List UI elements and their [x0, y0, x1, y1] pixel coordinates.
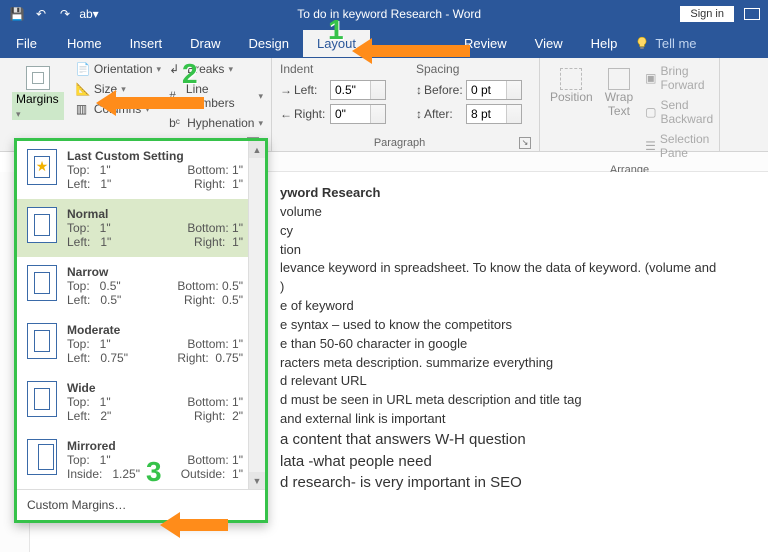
margin-option-moderate[interactable]: ModerateTop: 1"Bottom: 1"Left: 0.75"Righ…: [17, 315, 265, 373]
margin-option-name: Normal: [67, 207, 243, 221]
margin-option-wide[interactable]: WideTop: 1"Bottom: 1"Left: 2"Right: 2": [17, 373, 265, 431]
margin-thumbnail-icon: [27, 265, 57, 301]
save-icon[interactable]: 💾: [8, 5, 26, 23]
doc-line: levance keyword in spreadsheet. To know …: [280, 259, 716, 278]
tell-me-button[interactable]: Tell me: [655, 36, 696, 51]
margins-icon: [26, 66, 50, 90]
redo-icon[interactable]: ↷: [56, 5, 74, 23]
doc-line: and external link is important: [280, 410, 716, 429]
tab-review[interactable]: Review: [450, 30, 521, 57]
margin-option-last-custom-setting[interactable]: Last Custom SettingTop: 1"Bottom: 1"Left…: [17, 141, 265, 199]
spacing-before-label: ↕Before:: [416, 83, 462, 97]
margins-label: Margins ▾: [12, 92, 64, 120]
annotation-step-2: 2: [182, 58, 198, 90]
margin-option-name: Moderate: [67, 323, 243, 337]
margin-thumbnail-icon: [27, 149, 57, 185]
margin-thumbnail-icon: [27, 381, 57, 417]
send-backward-button: ▢Send Backward: [645, 98, 716, 126]
annotation-step-1: 1: [328, 14, 344, 46]
hyphenation-button[interactable]: bᶜHyphenation ▾: [169, 116, 263, 130]
tab-view[interactable]: View: [521, 30, 577, 57]
scrollbar[interactable]: ▲ ▼: [248, 141, 265, 489]
tab-draw[interactable]: Draw: [176, 30, 234, 57]
spacing-after-label: ↕After:: [416, 107, 462, 121]
margin-thumbnail-icon: [27, 323, 57, 359]
margins-button[interactable]: Margins ▾: [8, 62, 68, 134]
spacing-before-input[interactable]: 0 pt: [466, 80, 522, 100]
tab-design[interactable]: Design: [235, 30, 303, 57]
dialog-launcher-icon[interactable]: ↘: [519, 137, 531, 149]
indent-right-input[interactable]: 0": [330, 104, 386, 124]
doc-line: ): [280, 278, 716, 297]
scrollbar-down-icon[interactable]: ▼: [249, 472, 265, 489]
paragraph-group-label: Paragraph ↘: [280, 135, 531, 149]
tab-file[interactable]: File: [0, 30, 53, 57]
doc-line: e syntax – used to know the competitors: [280, 316, 716, 335]
doc-line: d research- is very important in SEO: [280, 472, 716, 494]
ribbon-display-options-icon[interactable]: [744, 8, 760, 20]
doc-line: volume: [280, 203, 716, 222]
indent-left-label: →Left:: [280, 83, 326, 97]
spacing-heading: Spacing: [416, 62, 522, 76]
margin-thumbnail-icon: [27, 439, 57, 475]
scrollbar-up-icon[interactable]: ▲: [249, 141, 265, 158]
annotation-step-3: 3: [146, 456, 162, 488]
margins-dropdown[interactable]: ▲ ▼ Last Custom SettingTop: 1"Bottom: 1"…: [14, 138, 268, 523]
margin-option-name: Mirrored: [67, 439, 243, 453]
wrap-text-button: Wrap Text: [605, 68, 633, 118]
custom-margins-button[interactable]: Custom Margins…: [17, 489, 265, 520]
indent-left-input[interactable]: 0.5": [330, 80, 386, 100]
selection-pane-button: ☰Selection Pane: [645, 132, 716, 160]
doc-line: tion: [280, 241, 716, 260]
tab-insert[interactable]: Insert: [116, 30, 177, 57]
margin-option-name: Last Custom Setting: [67, 149, 243, 163]
size-button[interactable]: 📐Size ▾: [76, 82, 161, 96]
columns-button[interactable]: ▥Columns ▾: [76, 102, 161, 116]
doc-line: lata -what people need: [280, 451, 716, 473]
indent-heading: Indent: [280, 62, 386, 76]
margin-option-name: Wide: [67, 381, 243, 395]
margin-option-mirrored[interactable]: MirroredTop: 1"Bottom: 1"Inside: 1.25"Ou…: [17, 431, 265, 489]
margin-option-normal[interactable]: NormalTop: 1"Bottom: 1"Left: 1"Right: 1": [17, 199, 265, 257]
doc-line: e of keyword: [280, 297, 716, 316]
doc-line: cy: [280, 222, 716, 241]
bring-forward-button: ▣Bring Forward: [645, 64, 716, 92]
doc-line: d relevant URL: [280, 372, 716, 391]
bulb-icon: [635, 36, 649, 50]
doc-heading: yword Research: [280, 184, 716, 203]
position-button: Position: [550, 68, 593, 104]
doc-line: e than 50-60 character in google: [280, 335, 716, 354]
doc-line: d must be seen in URL meta description a…: [280, 391, 716, 410]
doc-line: racters meta description. summarize ever…: [280, 354, 716, 373]
tab-home[interactable]: Home: [53, 30, 116, 57]
undo-icon[interactable]: ↶: [32, 5, 50, 23]
highlighter-icon[interactable]: ab▾: [80, 5, 98, 23]
margin-option-narrow[interactable]: NarrowTop: 0.5"Bottom: 0.5"Left: 0.5"Rig…: [17, 257, 265, 315]
orientation-button[interactable]: 📄Orientation ▾: [76, 62, 161, 76]
spacing-after-input[interactable]: 8 pt: [466, 104, 522, 124]
indent-right-label: ←Right:: [280, 107, 326, 121]
tab-help[interactable]: Help: [577, 30, 632, 57]
window-title: To do in keyword Research - Word: [98, 7, 680, 21]
margin-thumbnail-icon: [27, 207, 57, 243]
margin-option-name: Narrow: [67, 265, 243, 279]
doc-line: a content that answers W-H question: [280, 429, 716, 451]
sign-in-button[interactable]: Sign in: [680, 6, 734, 22]
